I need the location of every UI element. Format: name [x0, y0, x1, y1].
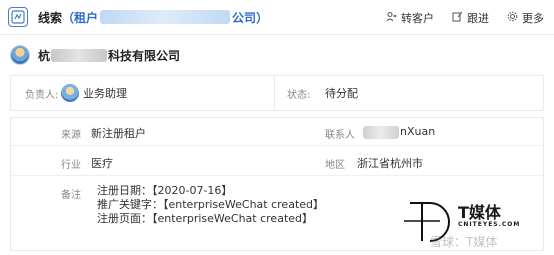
owner-value[interactable]: 业务助理 — [83, 85, 127, 101]
company-name-end: 科技有限公司 — [108, 48, 181, 63]
company-avatar — [10, 45, 30, 65]
edit-icon — [452, 11, 463, 25]
header-bar: 线索 （ 租户 公司 ） 转客户 跟进 更多 — [0, 0, 554, 35]
source-label: 来源 — [61, 130, 81, 141]
watermark-faint-text: 雪球：T媒体 — [430, 235, 498, 249]
detail-row-source-contact: 来源 新注册租户 联系人 nXuan — [11, 118, 543, 146]
gear-icon — [507, 11, 518, 25]
industry-value: 医疗 — [91, 157, 113, 170]
more-button[interactable]: 更多 — [507, 10, 544, 26]
notes-label: 备注 — [61, 190, 81, 201]
region-label: 地区 — [325, 160, 345, 171]
notes-line-page: 注册页面：【enterpriseWeChat created】 — [97, 212, 314, 225]
status-label: 状态: — [287, 89, 311, 101]
contact-label: 联系人 — [325, 130, 355, 141]
header-actions: 转客户 跟进 更多 — [386, 0, 544, 35]
owner-label: 负责人: — [25, 89, 59, 101]
detail-row-industry-region: 行业 医疗 地区 浙江省杭州市 — [11, 148, 543, 176]
page-title: 线索 （ 租户 公司 ） — [38, 9, 268, 26]
company-line: 杭 科技有限公司 — [10, 44, 180, 66]
watermark: T媒体 CNITEYES.COM 雪球：T媒体 — [400, 191, 550, 251]
notes-line-keyword: 推广关键字：【enterpriseWeChat created】 — [97, 198, 325, 211]
convert-customer-button[interactable]: 转客户 — [386, 10, 434, 26]
title-close-paren: ） — [256, 10, 269, 25]
region-value: 浙江省杭州市 — [357, 157, 423, 170]
title-prefix: 线索 — [38, 10, 63, 25]
owner-cell: 负责人: 业务助理 — [11, 76, 275, 110]
contact-value: nXuan — [400, 125, 436, 138]
follow-up-label: 跟进 — [467, 11, 489, 25]
transfer-icon — [386, 11, 397, 25]
status-cell: 状态: 待分配 — [275, 76, 358, 110]
source-value: 新注册租户 — [91, 127, 146, 140]
redacted-company-name — [51, 48, 108, 62]
follow-up-button[interactable]: 跟进 — [452, 10, 489, 26]
company-name: 杭 科技有限公司 — [38, 47, 180, 64]
watermark-url: CNITEYES.COM — [458, 221, 521, 228]
industry-label: 行业 — [61, 160, 81, 171]
owner-avatar — [61, 84, 79, 102]
title-open-paren: （ — [62, 10, 75, 25]
watermark-brand: T媒体 — [458, 203, 501, 222]
convert-customer-label: 转客户 — [401, 11, 434, 25]
redacted-contact-name — [363, 125, 399, 139]
redacted-tenant-name — [100, 10, 231, 24]
notes-text: 注册日期：【2020-07-16】 推广关键字：【enterpriseWeCha… — [97, 184, 324, 226]
lead-icon — [8, 7, 28, 27]
company-name-start: 杭 — [38, 48, 51, 63]
more-label: 更多 — [522, 11, 544, 25]
tenant-link-start[interactable]: 租户 — [74, 9, 98, 26]
summary-card: 负责人: 业务助理 状态: 待分配 — [10, 75, 544, 111]
tenant-link-end[interactable]: 公司 — [232, 9, 256, 26]
notes-line-register-date: 注册日期：【2020-07-16】 — [97, 184, 233, 197]
contact-value-wrap: nXuan — [363, 125, 435, 139]
status-value: 待分配 — [325, 87, 358, 100]
